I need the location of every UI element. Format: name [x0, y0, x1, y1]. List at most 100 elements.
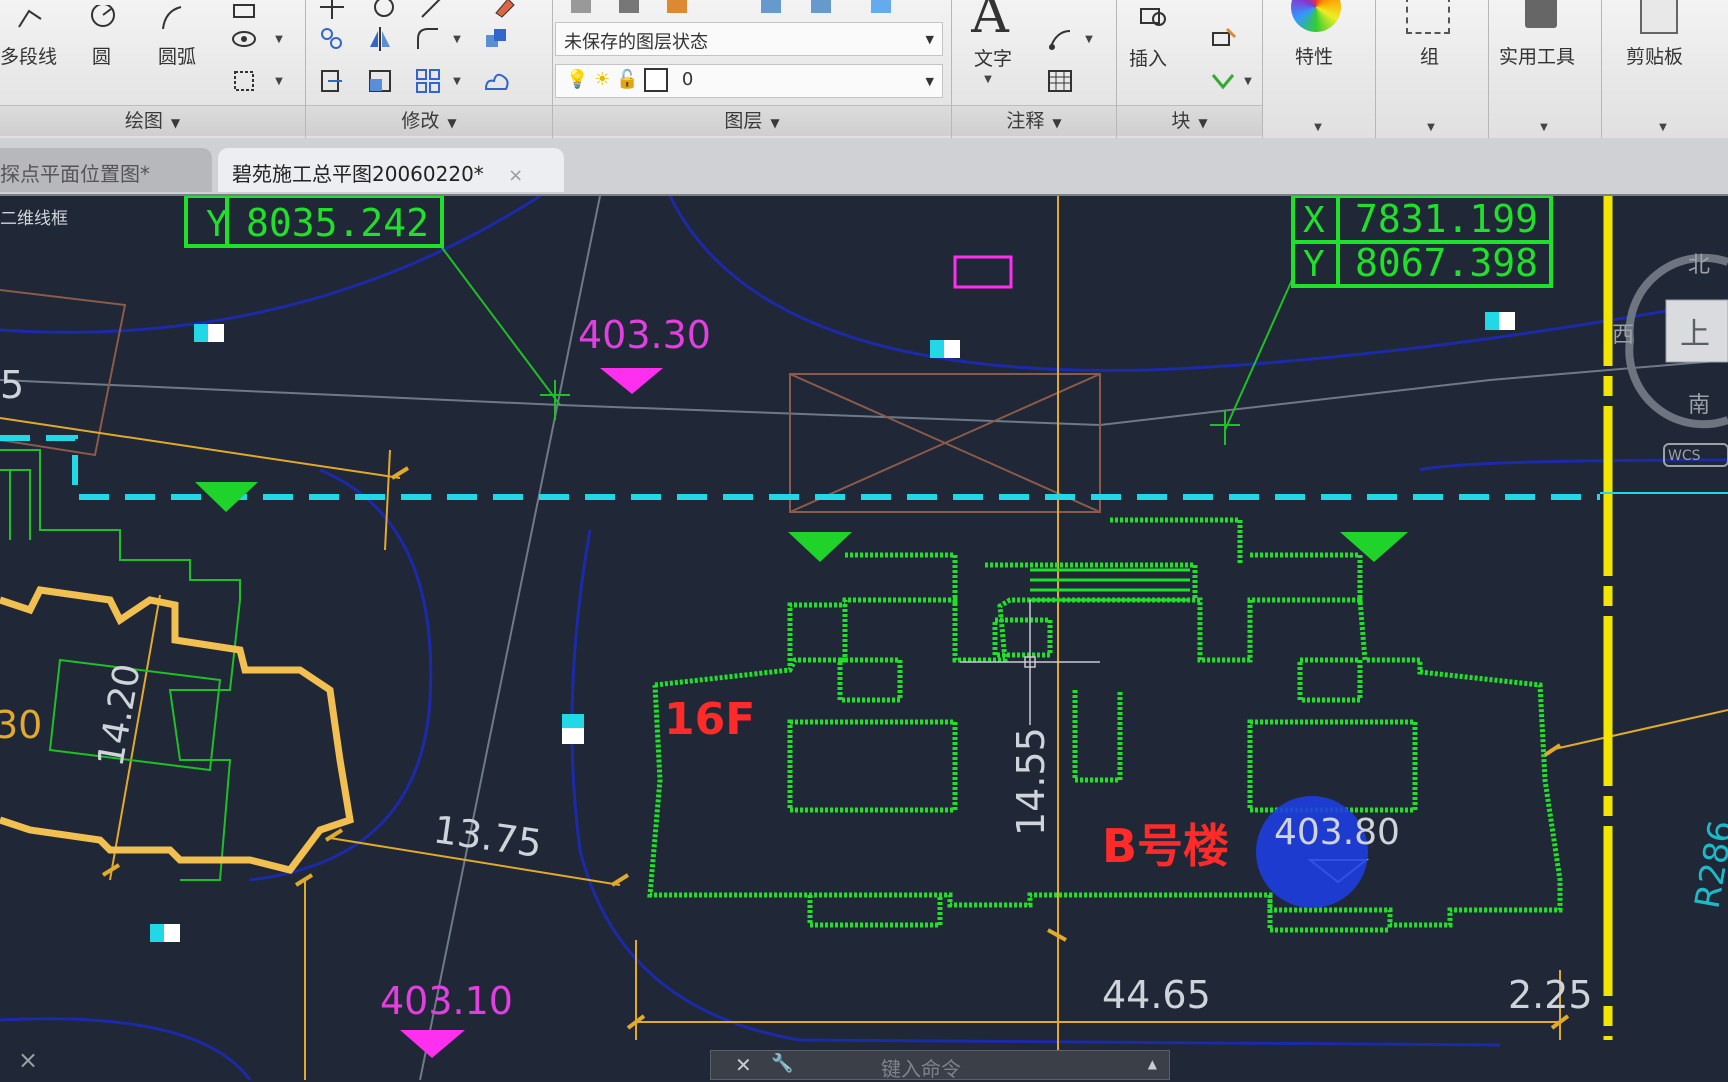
rect-array-icon — [416, 69, 440, 93]
close-icon[interactable]: × — [508, 165, 523, 186]
leader-icon — [1049, 30, 1071, 50]
mirror-tool[interactable] — [362, 22, 398, 56]
bulb-icon[interactable]: 💡 — [566, 69, 588, 90]
clipboard-icon — [1640, 0, 1678, 34]
create-block-tool[interactable] — [1205, 22, 1241, 56]
block-panel-title[interactable]: 块 ▼ — [1117, 105, 1262, 136]
hatch-tool[interactable] — [226, 22, 262, 56]
modify-panel: ▼ ▼ 修改 ▼ — [306, 0, 553, 138]
polyline-tool[interactable] — [0, 0, 62, 38]
circle-icon — [91, 5, 115, 27]
layer-tool-a[interactable] — [563, 0, 599, 24]
hatch-dropdown[interactable]: ▼ — [274, 24, 284, 54]
tab-label: 探点平面位置图* — [0, 162, 150, 186]
chevron-up-icon[interactable]: ▲ — [1148, 1057, 1157, 1071]
group-label: 组 — [1420, 46, 1440, 68]
circle-label: 圆 — [92, 46, 112, 68]
fillet-tool[interactable] — [410, 22, 446, 56]
eye-icon — [232, 31, 256, 47]
group-panel[interactable]: 组 ▼ — [1376, 0, 1489, 138]
tab-site-plan[interactable]: 碧苑施工总平图20060220* × — [218, 148, 564, 192]
sun-icon[interactable]: ☀ — [594, 69, 610, 90]
dim-partial-30: 30 — [0, 703, 42, 747]
array-3d-tool[interactable] — [478, 22, 514, 56]
arc-label: 圆弧 — [158, 46, 197, 68]
arc-icon — [162, 6, 182, 30]
layer-freeze-icon — [667, 0, 687, 13]
rect-array-tool[interactable] — [410, 64, 446, 98]
viewcube-south[interactable]: 南 — [1688, 393, 1710, 418]
layer-tool-c[interactable] — [659, 0, 695, 24]
fillet-dropdown[interactable]: ▼ — [452, 24, 462, 54]
layer-tool-b[interactable] — [611, 0, 647, 24]
lock-icon[interactable]: 🔓 — [616, 69, 638, 90]
insert-tool[interactable] — [1117, 0, 1189, 38]
properties-panel[interactable]: 特性 ▼ — [1263, 0, 1376, 138]
array-dropdown[interactable]: ▼ — [452, 66, 462, 96]
ribbon: 多段线 圆 圆弧 ▼ ▼ 绘图 ▼ ▼ ▼ 修改 ▼ 未保存的图层状态 ▼ 💡 … — [0, 0, 1728, 139]
circle-tool[interactable] — [72, 0, 134, 38]
annotation-panel-title[interactable]: 注释 ▼ — [952, 105, 1116, 136]
insert-label: 插入 — [1129, 48, 1168, 70]
layer-combo[interactable]: 💡 ☀ 🔓 0 ▼ — [555, 64, 943, 98]
text-tool[interactable]: A — [952, 0, 1028, 41]
drawing-canvas[interactable]: Y 8035.242 X 7831.199 Y 8067.398 403.30 … — [0, 196, 1728, 1080]
ucs-icon: × — [18, 1046, 38, 1074]
viewcube-north[interactable]: 北 — [1688, 253, 1710, 278]
move-icon — [320, 0, 344, 19]
cloud-icon — [484, 73, 509, 90]
arc-tool[interactable] — [150, 0, 192, 38]
block-dropdown[interactable]: ▼ — [1243, 66, 1253, 96]
move-tool[interactable] — [314, 0, 350, 24]
erase-tool[interactable] — [486, 0, 522, 24]
rotate-tool[interactable] — [366, 0, 402, 24]
erase-icon — [495, 0, 515, 18]
dim-partial-5: 5 — [0, 363, 24, 407]
region-tool[interactable] — [226, 64, 262, 98]
text-dropdown[interactable]: ▼ — [983, 64, 993, 94]
tab-survey-points[interactable]: 探点平面位置图* — [0, 148, 212, 192]
draw-panel-title[interactable]: 绘图 ▼ — [0, 105, 305, 136]
building-label: B号楼 — [1102, 819, 1229, 873]
coord-left-y-value: 8035.242 — [246, 201, 429, 245]
wrench-icon[interactable]: 🔧 — [771, 1053, 793, 1074]
command-line[interactable]: ✕ 🔧 键入命令 ▲ — [710, 1050, 1170, 1082]
dim-14-55: 14.55 — [1009, 727, 1053, 836]
scale-tool[interactable] — [362, 64, 398, 98]
utilities-panel[interactable]: 实用工具 ▼ — [1489, 0, 1602, 138]
layer-state-combo[interactable]: 未保存的图层状态 ▼ — [555, 22, 943, 56]
command-input[interactable]: 键入命令 — [881, 1053, 961, 1082]
table-tool[interactable] — [1042, 64, 1078, 98]
region-dropdown[interactable]: ▼ — [274, 66, 284, 96]
layer-iso-icon — [761, 0, 781, 13]
tab-label: 碧苑施工总平图20060220* — [232, 162, 484, 186]
leader-dropdown[interactable]: ▼ — [1084, 24, 1094, 54]
color-swatch-icon[interactable] — [644, 68, 669, 92]
coord-right-y-value: 8067.398 — [1355, 241, 1538, 285]
copy-icon — [321, 28, 342, 49]
scale-icon — [369, 70, 391, 92]
close-icon[interactable]: ✕ — [735, 1053, 752, 1077]
edit-block-tool[interactable] — [1205, 64, 1241, 98]
edit-block-icon — [1211, 74, 1235, 90]
layer-state-icon — [871, 0, 891, 13]
view-style-label[interactable]: 二维线框 — [0, 204, 68, 229]
layer-panel-title[interactable]: 图层 ▼ — [553, 105, 951, 136]
leader-tool[interactable] — [1042, 22, 1078, 56]
offset-tool[interactable] — [478, 64, 514, 98]
viewcube-west[interactable]: 西 — [1612, 323, 1634, 348]
clipboard-label: 剪贴板 — [1626, 46, 1684, 68]
coord-left-y-label: Y — [206, 204, 228, 245]
stretch-tool[interactable] — [314, 64, 350, 98]
insert-block-icon — [1140, 8, 1166, 26]
color-wheel-icon — [1291, 0, 1341, 32]
modify-panel-title[interactable]: 修改 ▼ — [306, 105, 552, 136]
layer-properties-icon — [571, 0, 591, 13]
copy-tool[interactable] — [314, 22, 350, 56]
layer-tool-f[interactable] — [863, 0, 899, 24]
layer-tool-e[interactable] — [803, 0, 839, 24]
trim-tool[interactable] — [414, 0, 450, 24]
clipboard-panel[interactable]: 剪贴板 ▼ — [1602, 0, 1728, 138]
wcs-label: WCS — [1668, 448, 1701, 464]
layer-tool-d[interactable] — [753, 0, 789, 24]
